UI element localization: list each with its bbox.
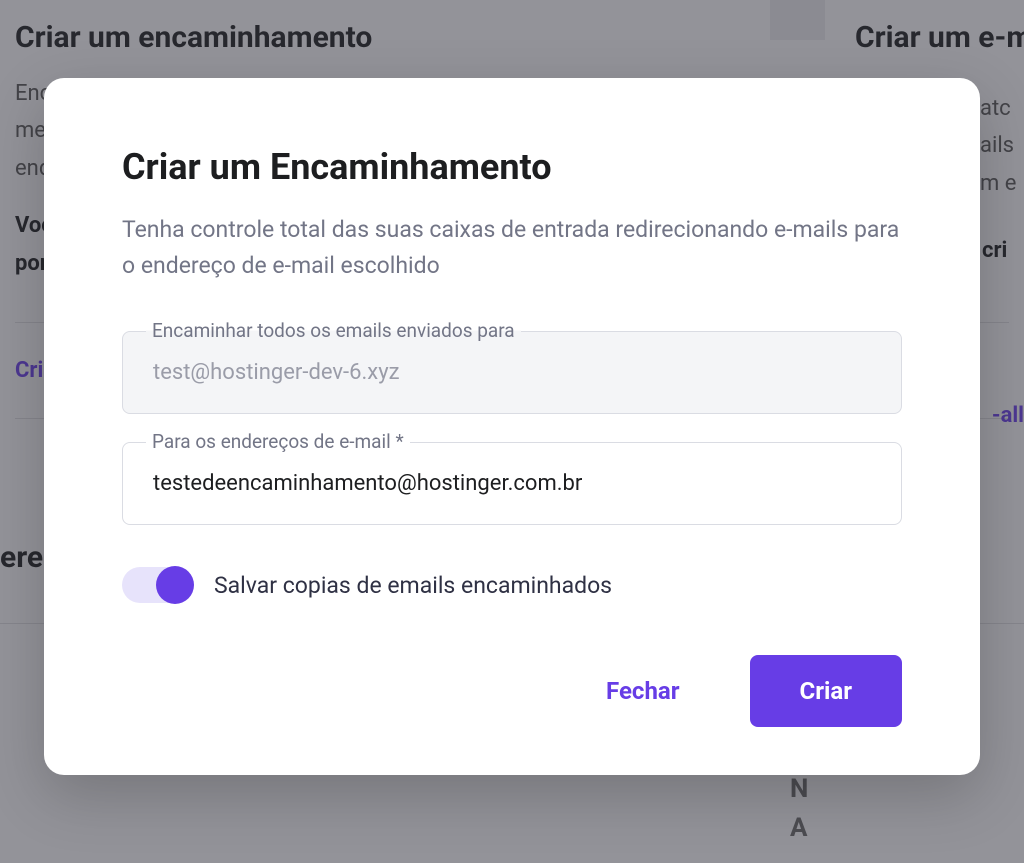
from-email-input: [122, 331, 902, 414]
to-email-input[interactable]: [122, 442, 902, 525]
to-field-group: Para os endereços de e-mail *: [122, 442, 902, 525]
close-button[interactable]: Fechar: [576, 657, 709, 725]
toggle-knob: [156, 566, 194, 604]
create-forward-modal: Criar um Encaminhamento Tenha controle t…: [44, 78, 980, 775]
save-copies-row: Salvar copias de emails encaminhados: [122, 567, 902, 603]
save-copies-label: Salvar copias de emails encaminhados: [214, 572, 612, 599]
from-field-group: Encaminhar todos os emails enviados para: [122, 331, 902, 414]
save-copies-toggle[interactable]: [122, 567, 192, 603]
modal-subtitle: Tenha controle total das suas caixas de …: [122, 212, 902, 283]
modal-title: Criar um Encaminhamento: [122, 146, 902, 188]
modal-footer: Fechar Criar: [122, 655, 902, 727]
from-field-label: Encaminhar todos os emails enviados para: [146, 319, 521, 342]
modal-overlay[interactable]: Criar um Encaminhamento Tenha controle t…: [0, 0, 1024, 863]
to-field-label: Para os endereços de e-mail *: [146, 430, 410, 453]
create-button[interactable]: Criar: [750, 655, 902, 727]
